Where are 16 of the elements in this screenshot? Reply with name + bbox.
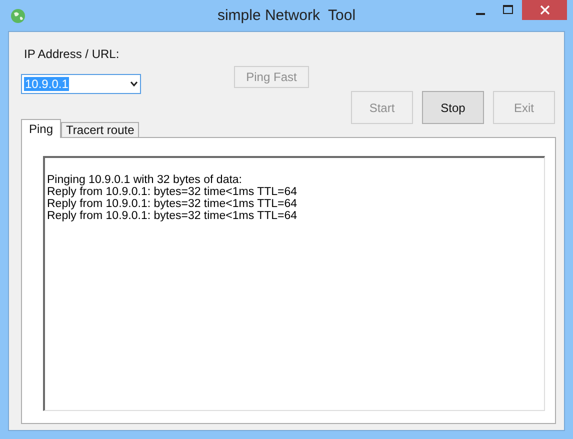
address-combo[interactable]: 10.9.0.1 [21,74,141,94]
caret-icon [130,81,138,87]
action-button[interactable]: Stop [422,91,484,124]
close-button[interactable] [522,0,567,20]
globe-icon [10,8,26,24]
output-line: Reply from 10.9.0.1: bytes=32 time<1ms TTL=64 [47,186,298,198]
output-line: Reply from 10.9.0.1: bytes=32 time<1ms TTL=64 [47,198,298,210]
tab[interactable]: Tracert route [61,122,140,137]
output-line: Reply from 10.9.0.1: bytes=32 time<1ms TTL=64 [47,210,298,222]
window-title: simple Network Tool [217,7,356,24]
maximize-icon [503,5,513,15]
output-line: Pinging 10.9.0.1 with 32 bytes of data: [47,174,243,186]
close-icon [540,5,550,15]
minimize-icon [476,13,484,15]
address-label: IP Address / URL: [24,47,120,61]
tab[interactable]: Ping [21,119,62,138]
